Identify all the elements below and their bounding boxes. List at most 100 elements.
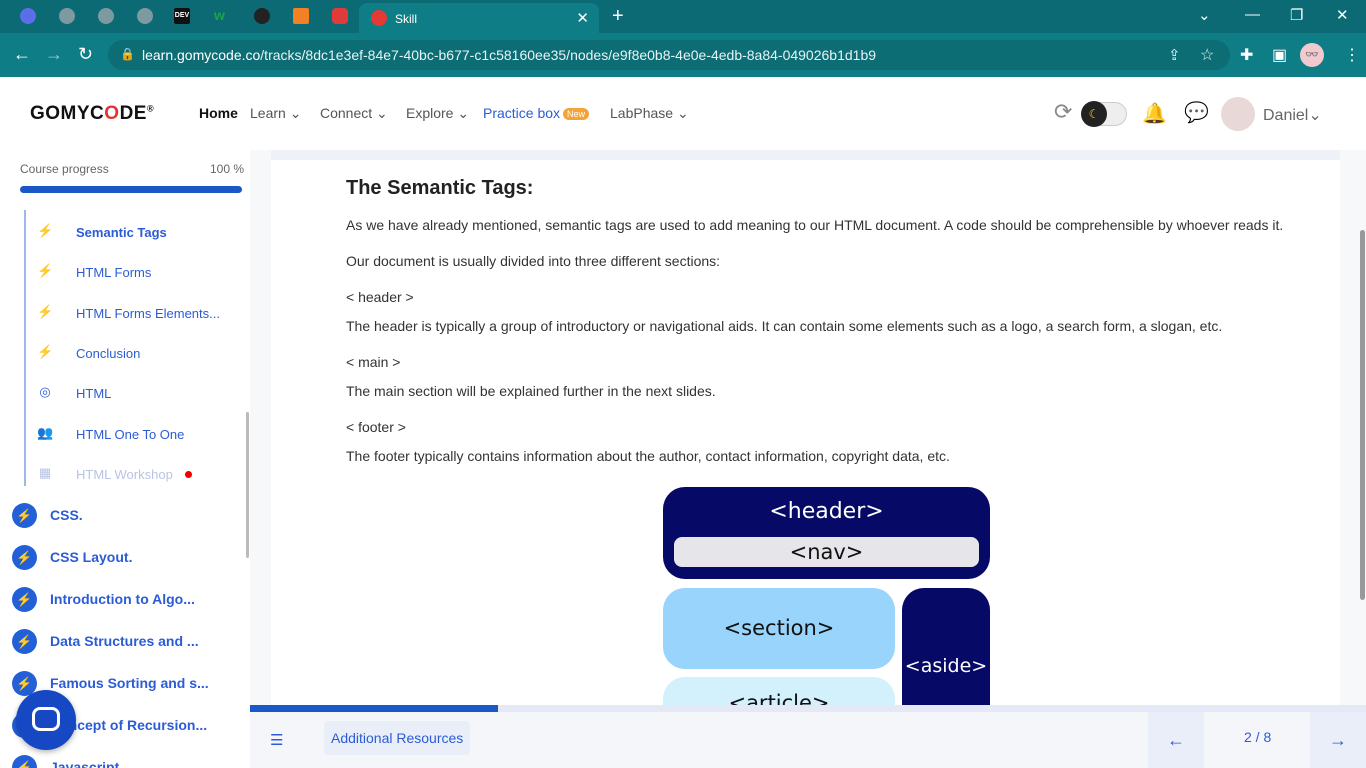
url-text: learn.gomycode.co/tracks/8dc1e3ef-84e7-4… — [142, 47, 877, 63]
tab-search-icon[interactable]: ⌄ — [1198, 6, 1211, 24]
bolt-icon: ⚡ — [37, 304, 54, 319]
user-avatar[interactable] — [1221, 97, 1255, 131]
forward-icon[interactable]: → — [45, 44, 63, 65]
diagram-article-box: <article> — [663, 677, 895, 705]
diagram-nav-label: <nav> — [789, 540, 864, 564]
restore-icon[interactable]: ❐ — [1290, 6, 1303, 24]
new-badge: New — [563, 108, 590, 120]
bolt-icon: ⚡ — [12, 755, 37, 768]
dev-icon[interactable]: DEV — [174, 8, 190, 24]
gomycode-logo[interactable]: GOMYCODE® — [30, 103, 154, 125]
diagram-header-label: <header> — [769, 499, 884, 524]
progress-label: Course progress — [20, 162, 109, 176]
logo-o: O — [104, 103, 120, 124]
sidebar-item-label: HTML Workshop — [76, 467, 192, 482]
sidebar-item-label: HTML Forms Elements... — [76, 306, 220, 321]
next-slide-button[interactable]: → — [1310, 712, 1366, 768]
w-icon[interactable]: w — [214, 8, 230, 24]
nav-connect[interactable]: Connect ⌄ — [320, 105, 388, 122]
tag-heading-header: < header > — [346, 289, 414, 305]
notification-dot — [184, 471, 192, 478]
paragraph: The footer typically contains informatio… — [346, 448, 950, 464]
paragraph: The header is typically a group of intro… — [346, 318, 1223, 334]
browser-tab-strip: DEV w Skill ✕ + ⌄ — ❐ ✕ — [0, 0, 1366, 33]
browser-menu-icon[interactable]: ⋮ — [1344, 45, 1360, 65]
paragraph: As we have already mentioned, semantic t… — [346, 217, 1284, 233]
globe-icon[interactable] — [98, 8, 114, 24]
sync-icon[interactable]: ⟳ — [1054, 99, 1072, 125]
sidebar-item-label: HTML One To One — [76, 427, 185, 442]
sidebar-scrollbar[interactable] — [246, 412, 249, 558]
course-sidebar: Course progress 100 % ⚡ Semantic Tags ⚡ HT… — [0, 150, 250, 768]
messages-icon[interactable]: 💬 — [1184, 100, 1209, 125]
nav-practice-box[interactable]: Practice box New — [483, 105, 590, 121]
chevron-down-icon: ⌄ — [289, 105, 302, 121]
content-scrollbar[interactable] — [1360, 230, 1365, 600]
slide-pager: 2 / 8 — [1244, 729, 1272, 745]
nav-home[interactable]: Home — [199, 105, 238, 121]
timeline-line — [24, 210, 26, 486]
github-icon[interactable] — [254, 8, 270, 24]
target-icon: ◎ — [39, 384, 51, 399]
minimize-icon[interactable]: — — [1245, 6, 1260, 23]
logo-left: GOMYC — [30, 103, 105, 124]
bolt-icon: ⚡ — [37, 263, 54, 278]
diagram-section-label: <section> — [723, 616, 835, 640]
bolt-icon: ⚡ — [12, 629, 37, 654]
stack-icon[interactable] — [293, 8, 309, 24]
globe-icon[interactable] — [137, 8, 153, 24]
lock-icon: 🔒 — [120, 47, 135, 61]
diagram-nav-box: <nav> — [674, 537, 979, 567]
reload-icon[interactable]: ↻ — [78, 44, 93, 65]
module-label: Data Structures and ... — [50, 633, 199, 649]
browser-toolbar: ← → ↻ 🔒 learn.gomycode.co/tracks/8dc1e3e… — [0, 33, 1366, 77]
chat-support-button[interactable] — [16, 690, 76, 750]
moon-icon: ☾ — [1081, 101, 1107, 127]
previous-slide-button[interactable]: ← — [1148, 712, 1204, 768]
globe-icon[interactable] — [59, 8, 75, 24]
nav-explore[interactable]: Explore ⌄ — [406, 105, 469, 122]
tag-heading-footer: < footer > — [346, 419, 406, 435]
app-icon[interactable] — [20, 8, 36, 24]
chevron-down-icon: ⌄ — [676, 105, 689, 121]
close-tab-icon[interactable]: ✕ — [576, 9, 589, 27]
outline-list-icon[interactable]: ☰ — [270, 731, 283, 749]
course-progress-bar — [20, 186, 242, 193]
active-tab[interactable]: Skill ✕ — [359, 3, 599, 33]
back-icon[interactable]: ← — [13, 44, 31, 65]
content-top-strip — [271, 150, 1340, 160]
profile-avatar[interactable]: 👓 — [1300, 43, 1324, 67]
bolt-icon: ⚡ — [12, 545, 37, 570]
user-menu[interactable]: Daniel⌄ — [1263, 105, 1322, 125]
new-tab-icon[interactable]: + — [612, 5, 624, 28]
extensions-icon[interactable]: ✚ — [1240, 45, 1253, 65]
paragraph: Our document is usually divided into thr… — [346, 253, 721, 269]
address-bar[interactable]: 🔒 learn.gomycode.co/tracks/8dc1e3ef-84e7… — [108, 40, 1230, 70]
diagram-article-label: <article> — [728, 691, 830, 705]
additional-resources-button[interactable]: Additional Resources — [324, 721, 471, 755]
nav-connect-label: Connect — [320, 105, 373, 121]
nav-learn[interactable]: Learn ⌄ — [250, 105, 301, 122]
logo-mark: ® — [146, 103, 155, 114]
side-panel-icon[interactable]: ▣ — [1272, 45, 1287, 65]
sidebar-item-label: Conclusion — [76, 346, 141, 361]
sidebar-item-label: HTML — [76, 386, 112, 401]
lesson-content: The Semantic Tags: As we have already me… — [250, 150, 1366, 705]
sidebar-item-label-text: HTML Workshop — [76, 467, 173, 482]
app-header: GOMYCODE® Home Learn ⌄ Connect ⌄ Explore… — [0, 77, 1366, 150]
star-icon[interactable]: ☆ — [1200, 45, 1214, 65]
bolt-icon: ⚡ — [37, 344, 54, 359]
user-name: Daniel — [1263, 107, 1309, 124]
sidebar-item-label: Semantic Tags — [76, 225, 167, 240]
close-window-icon[interactable]: ✕ — [1336, 6, 1349, 24]
nav-learn-label: Learn — [250, 105, 286, 121]
chat-bubble-icon — [32, 707, 60, 731]
shield-icon[interactable] — [332, 8, 348, 24]
diagram-section-box: <section> — [663, 588, 895, 669]
dark-mode-toggle[interactable]: ☾ — [1081, 101, 1127, 127]
share-icon[interactable]: ⇪ — [1168, 46, 1181, 64]
tag-heading-main: < main > — [346, 354, 401, 370]
nav-labphase[interactable]: LabPhase ⌄ — [610, 105, 689, 122]
diagram-aside-box: <aside> — [902, 588, 990, 705]
bell-icon[interactable]: 🔔 — [1142, 101, 1167, 126]
